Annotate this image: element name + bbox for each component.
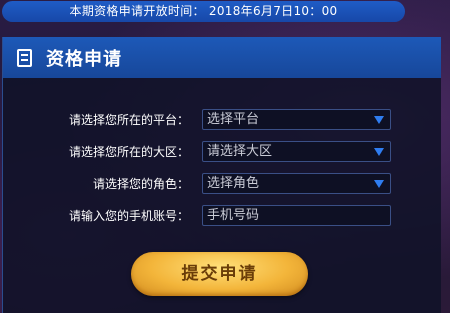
- panel-title: 资格申请: [46, 48, 122, 70]
- platform-select[interactable]: 选择平台: [202, 109, 391, 130]
- dropdown-arrow-icon: [374, 116, 384, 124]
- panel-header: 资格申请: [3, 37, 441, 78]
- phone-label: 请输入您的手机账号：: [68, 209, 189, 223]
- platform-select-value: 选择平台: [207, 112, 260, 127]
- dropdown-arrow-icon: [374, 180, 384, 188]
- open-time-banner: 本期资格申请开放时间： 2018年6月7日10：00: [2, 1, 405, 22]
- region-row: 请选择您所在的大区： 请选择大区: [3, 141, 441, 163]
- role-row: 请选择您的角色： 选择角色: [3, 173, 441, 195]
- region-label: 请选择您所在的大区：: [68, 145, 189, 159]
- phone-row: 请输入您的手机账号：: [3, 205, 441, 227]
- document-list-icon: [17, 48, 32, 67]
- region-select-value: 请选择大区: [207, 144, 273, 159]
- phone-input[interactable]: [202, 205, 391, 226]
- platform-row: 请选择您所在的平台： 选择平台: [3, 109, 441, 131]
- region-select[interactable]: 请选择大区: [202, 141, 391, 162]
- dropdown-arrow-icon: [374, 148, 384, 156]
- role-label: 请选择您的角色：: [92, 177, 189, 191]
- submit-application-button[interactable]: 提交申请: [131, 252, 308, 296]
- role-select[interactable]: 选择角色: [202, 173, 391, 194]
- platform-label: 请选择您所在的平台：: [68, 113, 189, 127]
- role-select-value: 选择角色: [207, 176, 260, 191]
